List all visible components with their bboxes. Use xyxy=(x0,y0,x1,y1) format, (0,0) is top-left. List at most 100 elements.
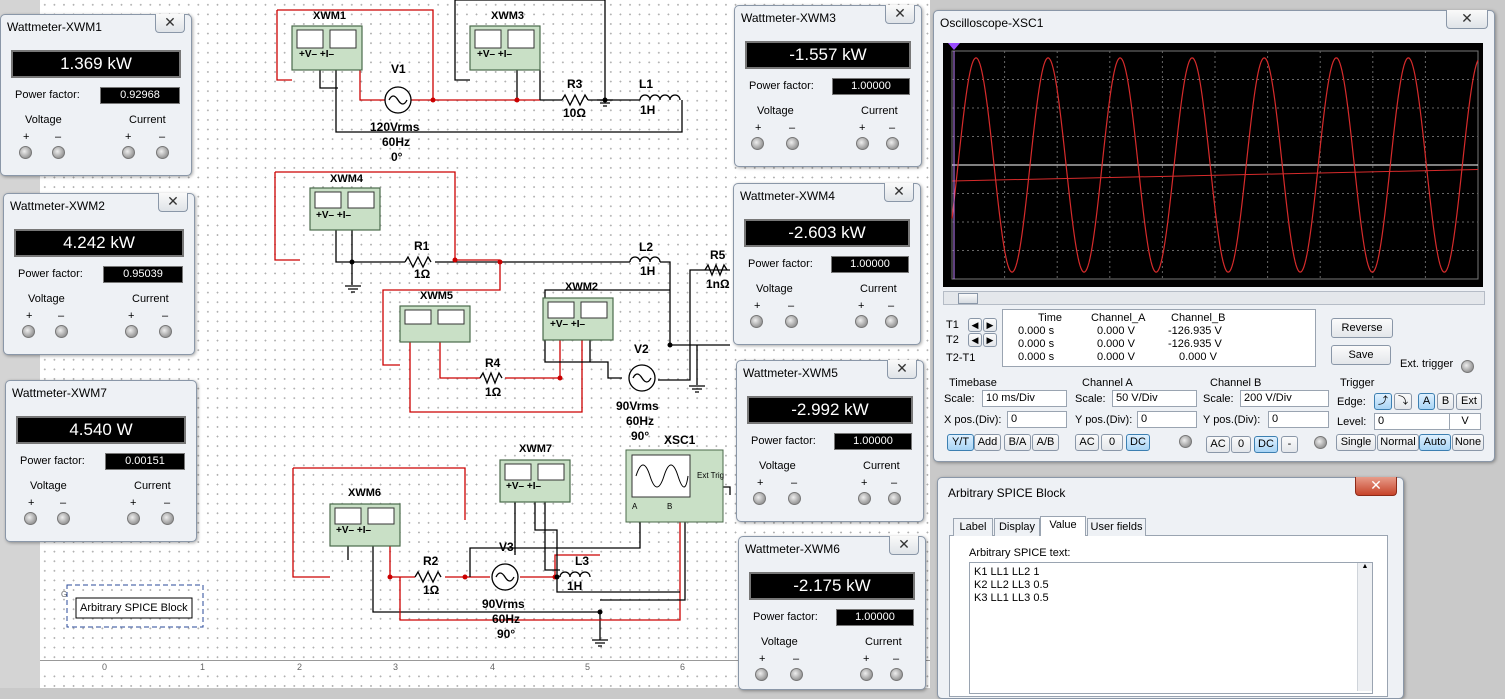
minus-sign: – xyxy=(55,131,62,143)
tab-value[interactable]: Value xyxy=(1040,516,1086,536)
wattmeter-window-xwm1[interactable]: Wattmeter-XWM1 ✕ 1.369 kW Power factor: … xyxy=(0,14,192,176)
current-plus-terminal[interactable] xyxy=(858,492,871,505)
col-channel-a-header: Channel_A xyxy=(1091,312,1146,324)
channel-b-terminal[interactable] xyxy=(1314,436,1327,449)
current-minus-terminal[interactable] xyxy=(885,315,898,328)
spice-block-symbol[interactable]: Arbitrary SPICE Block xyxy=(80,602,188,614)
trigger-unit-field[interactable]: V xyxy=(1449,413,1481,430)
spice-text-area[interactable]: K1 LL1 LL2 1 K2 LL2 LL3 0.5 K3 LL1 LL3 0… xyxy=(969,562,1373,694)
voltage-label: Voltage xyxy=(756,283,793,295)
voltage-plus-terminal[interactable] xyxy=(751,137,764,150)
current-label: Current xyxy=(132,293,169,305)
voltage-plus-terminal[interactable] xyxy=(750,315,763,328)
current-minus-terminal[interactable] xyxy=(886,137,899,150)
t2-right-arrow-button[interactable]: ▶ xyxy=(983,333,997,347)
channel-a-scale-field[interactable]: 50 V/Div xyxy=(1112,390,1197,407)
trigger-level-field[interactable]: 0 xyxy=(1374,413,1451,430)
t1-right-arrow-button[interactable]: ▶ xyxy=(983,318,997,332)
single-mode-button[interactable]: Single xyxy=(1336,434,1376,451)
close-button[interactable]: ✕ xyxy=(158,193,188,212)
current-minus-terminal[interactable] xyxy=(888,492,901,505)
voltage-plus-terminal[interactable] xyxy=(24,512,37,525)
voltage-plus-terminal[interactable] xyxy=(755,668,768,681)
xwm6-label: XWM6 xyxy=(348,487,381,499)
close-button[interactable]: ✕ xyxy=(885,5,915,24)
current-minus-terminal[interactable] xyxy=(161,512,174,525)
spice-block-dialog[interactable]: Arbitrary SPICE Block ✕ Label Display Va… xyxy=(937,477,1404,699)
l3-value: 1H xyxy=(567,579,583,593)
channel-a-ypos-field[interactable]: 0 xyxy=(1137,411,1197,428)
oscilloscope-screen[interactable] xyxy=(943,43,1483,287)
current-plus-terminal[interactable] xyxy=(125,325,138,338)
wattmeter-window-xwm6[interactable]: Wattmeter-XWM6 ✕ -2.175 kW Power factor:… xyxy=(738,536,926,690)
voltage-minus-terminal[interactable] xyxy=(55,325,68,338)
tab-user-fields[interactable]: User fields xyxy=(1087,518,1146,536)
ba-mode-button[interactable]: B/A xyxy=(1004,434,1031,451)
channel-a-zero-button[interactable]: 0 xyxy=(1101,434,1123,451)
channel-b-ypos-field[interactable]: 0 xyxy=(1268,411,1329,428)
falling-edge-icon[interactable]: ⤵ xyxy=(1394,393,1412,410)
channel-b-dc-button[interactable]: DC xyxy=(1254,436,1278,453)
wattmeter-window-xwm2[interactable]: Wattmeter-XWM2 ✕ 4.242 kW Power factor: … xyxy=(3,193,195,355)
voltage-minus-terminal[interactable] xyxy=(790,668,803,681)
close-button[interactable]: ✕ xyxy=(884,183,914,202)
current-minus-terminal[interactable] xyxy=(156,146,169,159)
close-button[interactable]: ✕ xyxy=(889,536,919,555)
channel-b-invert-button[interactable]: - xyxy=(1281,436,1298,453)
power-readout: 4.242 kW xyxy=(14,229,184,257)
voltage-minus-terminal[interactable] xyxy=(52,146,65,159)
close-button[interactable]: ✕ xyxy=(1355,477,1397,496)
add-mode-button[interactable]: Add xyxy=(974,434,1001,451)
timebase-scale-field[interactable]: 10 ms/Div xyxy=(982,390,1067,407)
horizontal-scrollbar[interactable] xyxy=(943,291,1485,305)
voltage-minus-terminal[interactable] xyxy=(788,492,801,505)
normal-mode-button[interactable]: Normal xyxy=(1377,434,1419,451)
current-plus-terminal[interactable] xyxy=(855,315,868,328)
rising-edge-icon[interactable]: ⤴ xyxy=(1374,393,1392,410)
ab-mode-button[interactable]: A/B xyxy=(1032,434,1059,451)
channel-b-scale-field[interactable]: 200 V/Div xyxy=(1240,390,1329,407)
close-button[interactable]: ✕ xyxy=(155,14,185,33)
voltage-plus-terminal[interactable] xyxy=(753,492,766,505)
x-pos-field[interactable]: 0 xyxy=(1007,411,1067,428)
scrollbar-thumb[interactable] xyxy=(958,293,978,304)
current-minus-terminal[interactable] xyxy=(159,325,172,338)
wattmeter-window-xwm3[interactable]: Wattmeter-XWM3 ✕ -1.557 kW Power factor:… xyxy=(734,5,922,167)
trigger-a-button[interactable]: A xyxy=(1418,393,1435,410)
tab-label[interactable]: Label xyxy=(953,518,993,536)
current-plus-terminal[interactable] xyxy=(860,668,873,681)
wattmeter-window-xwm7[interactable]: Wattmeter-XWM7 4.540 W Power factor: 0.0… xyxy=(5,380,197,542)
channel-a-ac-button[interactable]: AC xyxy=(1075,434,1099,451)
voltage-minus-terminal[interactable] xyxy=(786,137,799,150)
voltage-minus-terminal[interactable] xyxy=(57,512,70,525)
current-plus-terminal[interactable] xyxy=(856,137,869,150)
current-plus-terminal[interactable] xyxy=(122,146,135,159)
voltage-plus-terminal[interactable] xyxy=(22,325,35,338)
save-button[interactable]: Save xyxy=(1331,345,1391,365)
current-plus-terminal[interactable] xyxy=(127,512,140,525)
channel-a-terminal[interactable] xyxy=(1179,435,1192,448)
channel-a-title: Channel A xyxy=(1082,377,1133,389)
close-button[interactable]: ✕ xyxy=(887,360,917,379)
tab-display[interactable]: Display xyxy=(994,518,1040,536)
vertical-scrollbar[interactable]: ▲ xyxy=(1357,563,1372,691)
wattmeter-window-xwm5[interactable]: Wattmeter-XWM5 ✕ -2.992 kW Power factor:… xyxy=(736,360,924,522)
t1-left-arrow-button[interactable]: ◀ xyxy=(968,318,982,332)
t2-left-arrow-button[interactable]: ◀ xyxy=(968,333,982,347)
trigger-b-button[interactable]: B xyxy=(1437,393,1454,410)
channel-b-zero-button[interactable]: 0 xyxy=(1231,436,1251,453)
current-minus-terminal[interactable] xyxy=(890,668,903,681)
channel-b-ac-button[interactable]: AC xyxy=(1206,436,1230,453)
close-button[interactable]: ✕ xyxy=(1446,10,1488,29)
wattmeter-window-xwm4[interactable]: Wattmeter-XWM4 ✕ -2.603 kW Power factor:… xyxy=(733,183,921,345)
ext-trigger-terminal[interactable] xyxy=(1461,360,1474,373)
oscilloscope-window[interactable]: Oscilloscope-XSC1 ✕ T1 T2 T2-T1 ◀ ▶ ◀ ▶ … xyxy=(933,10,1495,462)
yt-mode-button[interactable]: Y/T xyxy=(947,434,974,451)
channel-a-dc-button[interactable]: DC xyxy=(1126,434,1150,451)
voltage-minus-terminal[interactable] xyxy=(785,315,798,328)
voltage-plus-terminal[interactable] xyxy=(19,146,32,159)
none-mode-button[interactable]: None xyxy=(1452,434,1484,451)
reverse-button[interactable]: Reverse xyxy=(1331,318,1393,338)
auto-mode-button[interactable]: Auto xyxy=(1419,434,1451,451)
trigger-ext-button[interactable]: Ext xyxy=(1456,393,1482,410)
